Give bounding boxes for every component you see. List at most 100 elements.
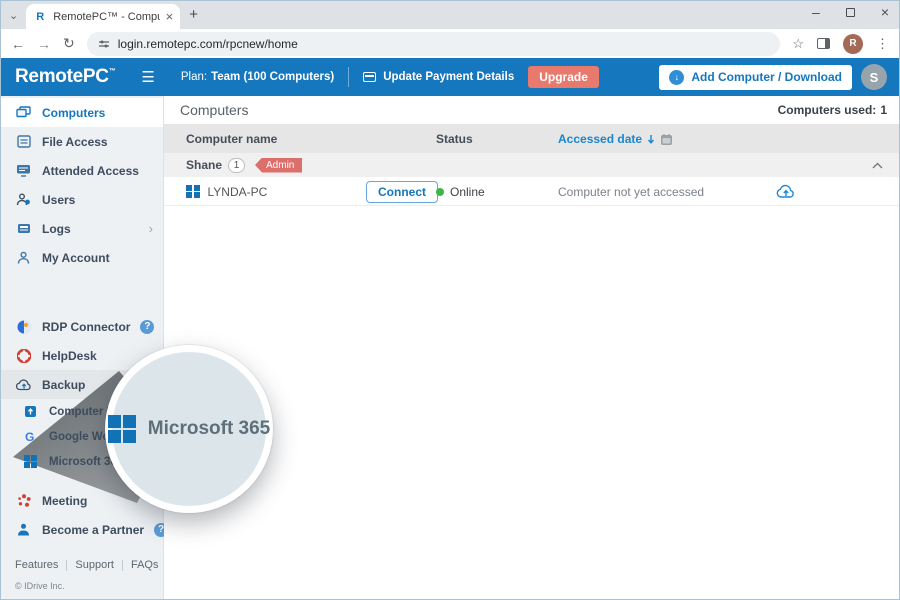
svg-text:G: G [25, 430, 34, 443]
browser-tab[interactable]: R RemotePC™ - Computers × [26, 4, 180, 29]
rdp-connector-icon [15, 320, 32, 334]
magnifier-label: Microsoft 365 [148, 418, 270, 440]
new-tab-icon[interactable]: + [189, 6, 198, 23]
column-accessed-date[interactable]: Accessed date [558, 132, 776, 146]
plan-value: Team (100 Computers) [211, 71, 334, 83]
sidebar-item-become-a-partner[interactable]: Become a Partner ? [1, 515, 163, 544]
cloud-backup-icon[interactable] [776, 184, 796, 199]
update-payment-link[interactable]: Update Payment Details [363, 71, 514, 83]
accessed-date-label: Accessed date [558, 132, 642, 146]
google-workspace-icon: G [22, 430, 39, 443]
connect-button[interactable]: Connect [366, 181, 438, 203]
forward-icon[interactable]: → [37, 36, 51, 52]
bookmark-star-icon[interactable]: ☆ [792, 36, 804, 52]
tab-title: RemotePC™ - Computers [53, 11, 159, 23]
hamburger-icon[interactable]: ☰ [141, 68, 154, 86]
status-cell: Online [436, 185, 558, 199]
tab-strip: ⌄ R RemotePC™ - Computers × + – × [1, 1, 899, 29]
sidebar-item-users[interactable]: Users [1, 185, 163, 214]
app-header: RemotePC ™ ☰ Plan: Team (100 Computers) … [1, 58, 899, 96]
sidebar-item-label: HelpDesk [42, 349, 97, 363]
tab-close-icon[interactable]: × [166, 10, 174, 23]
sidebar-item-label: Logs [42, 222, 71, 236]
footer-link-features[interactable]: Features [15, 559, 58, 571]
sidebar-item-attended-access[interactable]: Attended Access [1, 156, 163, 185]
file-access-icon [15, 135, 32, 148]
title-bar: Computers Computers used: 1 [164, 96, 899, 125]
footer-divider [122, 560, 123, 571]
collapse-group-button[interactable] [872, 162, 883, 169]
helpdesk-icon [15, 349, 32, 363]
calendar-icon[interactable] [660, 133, 673, 146]
account-avatar[interactable]: S [861, 64, 887, 90]
browser-window: ⌄ R RemotePC™ - Computers × + – × ← → ↻ … [0, 0, 900, 600]
sidebar-item-label: Backup [42, 378, 85, 392]
sidebar-item-file-access[interactable]: File Access [1, 127, 163, 156]
menu-kebab-icon[interactable]: ⋮ [876, 36, 889, 52]
computer-name: LYNDA-PC [208, 185, 268, 199]
footer-link-support[interactable]: Support [75, 559, 114, 571]
backup-action-cell [776, 184, 855, 199]
computers-used: Computers used: 1 [778, 103, 887, 117]
upgrade-button[interactable]: Upgrade [528, 66, 599, 88]
plan-label: Plan: [181, 71, 207, 83]
url-text[interactable]: login.remotepc.com/rpcnew/home [118, 37, 298, 51]
partner-icon [15, 523, 32, 536]
sidebar-item-rdp-connector[interactable]: RDP Connector ? [1, 312, 163, 341]
sidebar-item-label: Attended Access [42, 164, 139, 178]
main-content: Computers Computers used: 1 Computer nam… [164, 96, 899, 599]
minimize-icon[interactable]: – [812, 4, 820, 20]
footer-link-faqs[interactable]: FAQs [131, 559, 159, 571]
logs-icon [15, 222, 32, 235]
header-right: ↓ Add Computer / Download S [659, 64, 887, 90]
sidebar-footer: Features Support FAQs © IDrive Inc. [1, 559, 163, 599]
add-computer-button[interactable]: ↓ Add Computer / Download [659, 65, 852, 90]
accessed-date-cell: Computer not yet accessed [558, 185, 776, 199]
computer-name-cell: LYNDA-PC [164, 185, 366, 199]
sidebar-item-label: Meeting [42, 494, 87, 508]
windows-logo-icon [186, 185, 200, 199]
sidebar: Computers File Access Attended Access Us… [1, 96, 164, 599]
page-title: Computers [180, 102, 248, 118]
copyright-text: © IDrive Inc. [15, 581, 163, 591]
plan-info: Plan: Team (100 Computers) [181, 71, 334, 83]
column-status: Status [436, 132, 558, 146]
sidebar-item-logs[interactable]: Logs › [1, 214, 163, 243]
app-body: Computers File Access Attended Access Us… [1, 96, 899, 599]
back-icon[interactable]: ← [11, 36, 25, 52]
computer-backup-icon [22, 405, 39, 418]
toolbar-right: ☆ R ⋮ [792, 34, 889, 54]
footer-divider [66, 560, 67, 571]
my-account-icon [15, 251, 32, 264]
users-icon [15, 193, 32, 206]
browser-profile-avatar[interactable]: R [843, 34, 863, 54]
sidebar-item-my-account[interactable]: My Account [1, 243, 163, 272]
group-row[interactable]: Shane 1 Admin [164, 153, 899, 178]
logo-tm: ™ [109, 68, 116, 75]
browser-toolbar: ← → ↻ login.remotepc.com/rpcnew/home ☆ R… [1, 29, 899, 58]
microsoft-365-large-icon [108, 415, 136, 443]
sort-desc-icon [647, 134, 655, 144]
sidebar-item-label: RDP Connector [42, 320, 130, 334]
reload-icon[interactable]: ↻ [63, 35, 75, 52]
url-bar[interactable]: login.remotepc.com/rpcnew/home [87, 32, 781, 56]
sidebar-item-label: Computers [42, 106, 105, 120]
logo-text: RemotePC [15, 66, 109, 88]
add-computer-label: Add Computer / Download [691, 70, 842, 84]
computers-icon [15, 106, 32, 119]
column-computer-name: Computer name [164, 132, 436, 146]
close-icon[interactable]: × [881, 4, 889, 20]
site-settings-icon[interactable] [98, 38, 110, 50]
chevron-right-icon: › [149, 221, 153, 236]
tab-search-icon[interactable]: ⌄ [9, 9, 18, 22]
maximize-icon[interactable] [846, 8, 855, 17]
remotepc-logo[interactable]: RemotePC ™ [15, 66, 115, 88]
sidebar-item-computers[interactable]: Computers [1, 98, 163, 127]
computer-row[interactable]: LYNDA-PC Connect Online Computer not yet… [164, 178, 899, 206]
side-panel-icon[interactable] [817, 38, 830, 49]
meeting-icon [15, 494, 32, 508]
table-header: Computer name Status Accessed date [164, 125, 899, 153]
help-icon[interactable]: ? [140, 320, 154, 334]
sidebar-item-label: My Account [42, 251, 110, 265]
attended-access-icon [15, 164, 32, 177]
